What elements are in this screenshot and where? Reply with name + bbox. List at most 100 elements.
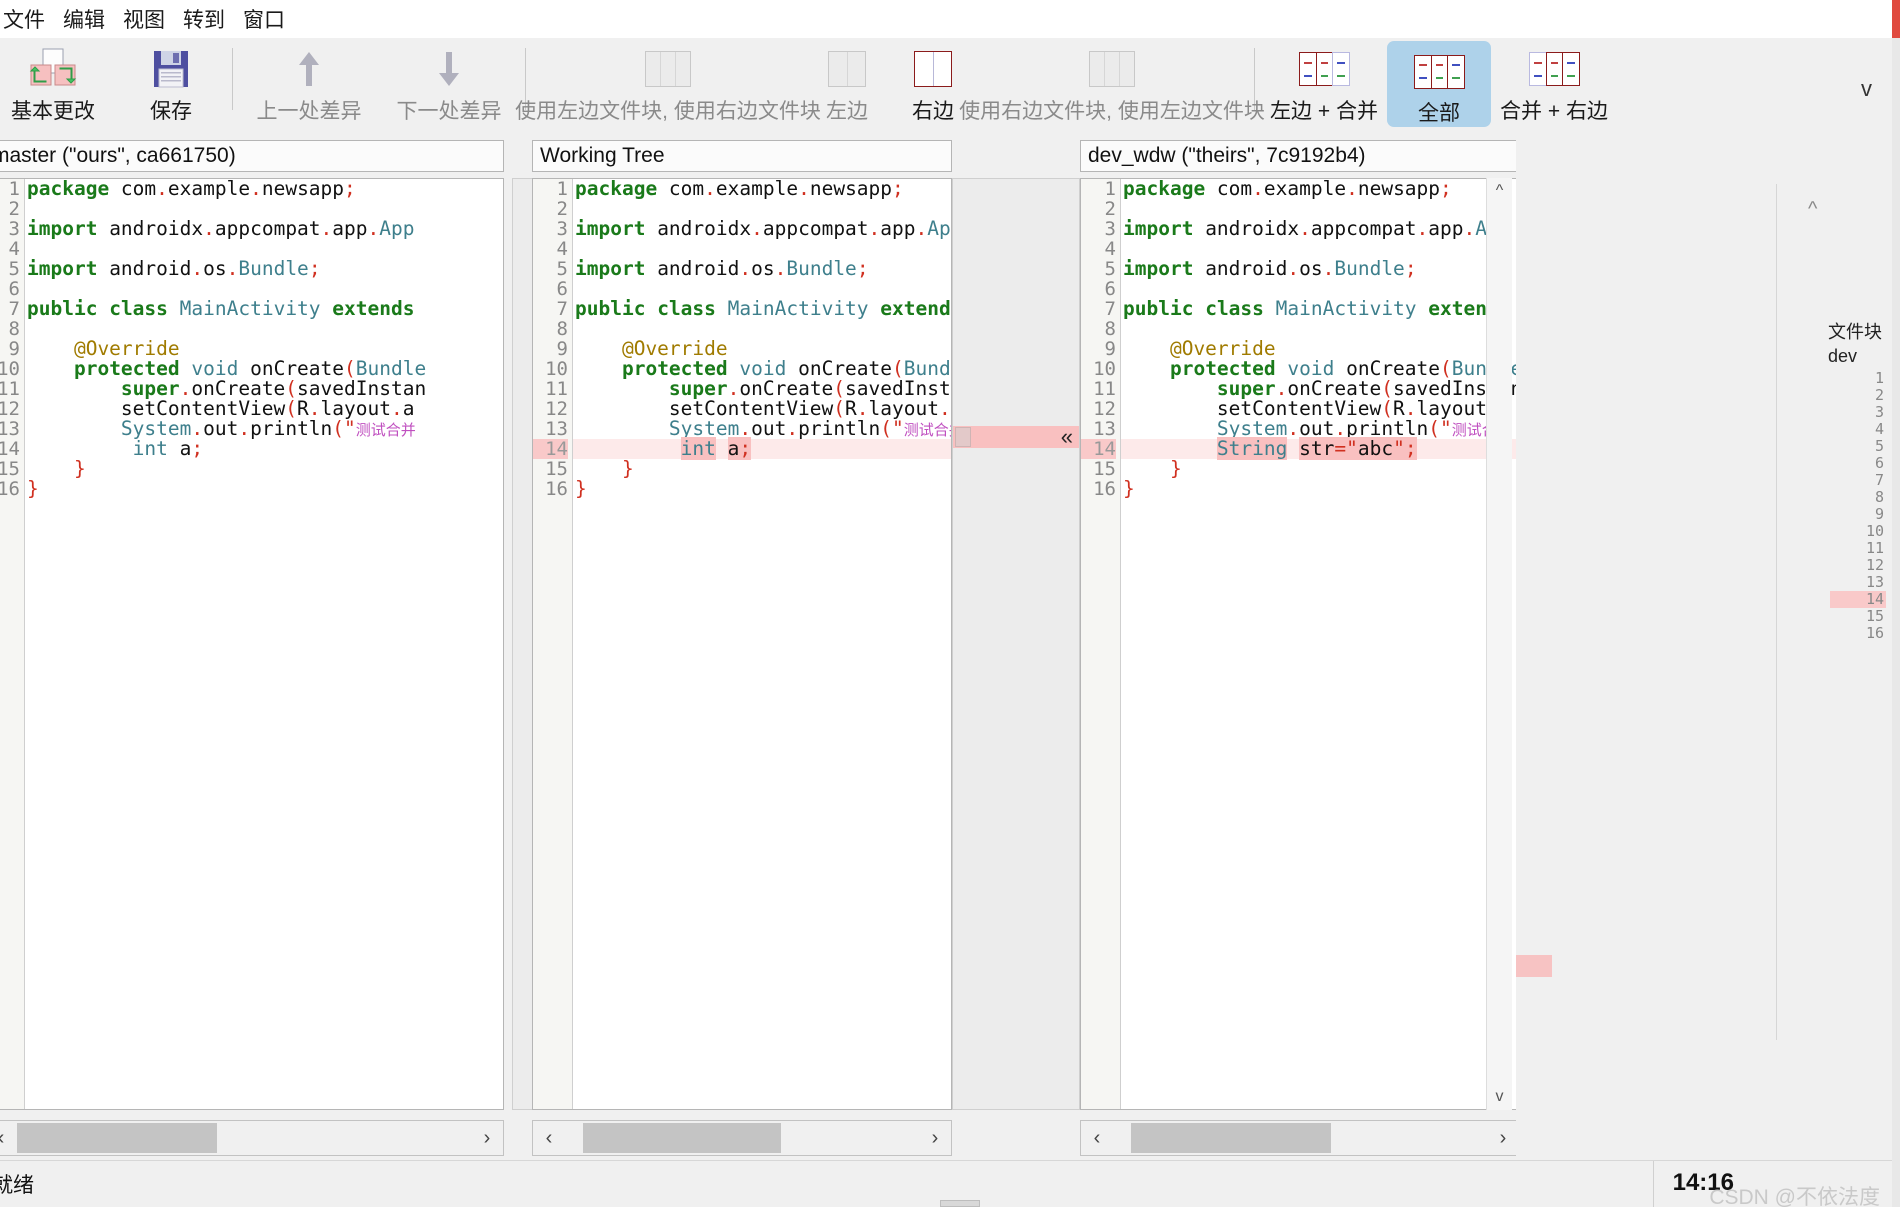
code-line[interactable] (25, 319, 503, 339)
pane-right-code[interactable]: package com.example.newsapp; import andr… (1121, 179, 1519, 1109)
overview-line[interactable]: 8 (1830, 489, 1886, 506)
toolbar-button-save[interactable]: 保存 (116, 38, 226, 130)
pane-left-code[interactable]: package com.example.newsapp; import andr… (25, 179, 503, 1109)
code-line[interactable]: import androidx.appcompat.app.App (25, 219, 503, 239)
code-line[interactable] (573, 199, 951, 219)
code-line[interactable]: } (573, 479, 951, 499)
code-line[interactable]: } (1121, 479, 1519, 499)
overview-minimap[interactable]: 1 2 3 4 5 6 7 8 9 10 11 12 13 14 15 16 (1830, 370, 1886, 642)
code-line[interactable]: protected void onCreate(Bundle (1121, 359, 1519, 379)
pane-right-body[interactable]: 1 2 3 4 5 6 7 8 9 10 11 12 13 14 15 16 package com.exam… (1080, 178, 1520, 1110)
connector-middle-right[interactable]: « (952, 178, 1080, 1110)
overview-caret-up-icon[interactable]: ^ (1808, 198, 1817, 221)
overview-line[interactable]: 4 (1830, 421, 1886, 438)
pane-middle-hscroll-track[interactable] (565, 1123, 919, 1153)
overview-line[interactable]: 1 (1830, 370, 1886, 387)
overview-line[interactable]: 7 (1830, 472, 1886, 489)
code-line[interactable]: } (573, 459, 951, 479)
code-line[interactable]: import androidx.appcompat.app.App (1121, 219, 1519, 239)
code-line[interactable]: import androidx.appcompat.app.App (573, 219, 951, 239)
overview-line[interactable]: 14 (1830, 591, 1886, 608)
code-line[interactable]: } (25, 459, 503, 479)
code-line[interactable] (1121, 319, 1519, 339)
pane-right-hscrollbar[interactable]: ‹ › (1080, 1120, 1520, 1156)
overview-line[interactable]: 9 (1830, 506, 1886, 523)
pane-right-hscroll-track[interactable] (1113, 1123, 1487, 1153)
pane-left-hscroll-track[interactable] (17, 1123, 471, 1153)
toolbar-button-layout-left-merge[interactable]: 左边 + 合并 (1261, 38, 1387, 130)
code-line[interactable]: @Override (25, 339, 503, 359)
code-line[interactable] (573, 239, 951, 259)
scroll-left-arrow-icon[interactable]: ‹ (1081, 1127, 1113, 1150)
code-line[interactable]: System.out.println("测试合并 (573, 419, 951, 440)
menu-item-file[interactable]: 文件 (0, 2, 54, 36)
toolbar-button-next-difference[interactable]: 下一处差异 (379, 38, 519, 130)
pane-middle-code[interactable]: package com.example.newsapp; import andr… (573, 179, 951, 1109)
scroll-left-arrow-icon[interactable]: ‹ (533, 1127, 565, 1150)
code-line[interactable]: protected void onCreate(Bundle (573, 359, 951, 379)
scroll-up-arrow-icon[interactable]: ^ (1487, 178, 1512, 200)
code-line[interactable]: public class MainActivity extends (573, 299, 951, 319)
toolbar-button-use-left-then-right-block[interactable]: 使用左边文件块, 使用右边文件块 (515, 38, 821, 130)
menu-item-edit[interactable]: 编辑 (54, 2, 114, 36)
code-line[interactable]: public class MainActivity extends (25, 299, 503, 319)
pane-right-vscrollbar[interactable]: ^ v (1486, 178, 1512, 1110)
code-line[interactable]: package com.example.newsapp; (1121, 179, 1519, 199)
code-line[interactable]: public class MainActivity extends (1121, 299, 1519, 319)
pane-left-body[interactable]: 12345678910111213141516 package com.exam… (0, 178, 504, 1110)
code-line[interactable]: int a; (573, 437, 951, 460)
overview-line[interactable]: 13 (1830, 574, 1886, 591)
scroll-left-arrow-icon[interactable]: ‹ (0, 1127, 17, 1150)
toolbar-button-use-right-then-left-block[interactable]: 使用右边文件块, 使用左边文件块 (959, 38, 1265, 130)
code-line[interactable]: } (25, 479, 503, 499)
code-line[interactable] (1121, 279, 1519, 299)
toolbar-button-left[interactable]: 左边 (804, 38, 890, 130)
code-line[interactable]: } (1121, 459, 1519, 479)
overview-line[interactable]: 11 (1830, 540, 1886, 557)
menu-item-window[interactable]: 窗口 (234, 2, 294, 36)
code-line[interactable]: @Override (1121, 339, 1519, 359)
code-line[interactable] (573, 319, 951, 339)
pane-left-hscroll-thumb[interactable] (17, 1123, 217, 1153)
take-right-chevron-icon[interactable]: « (1061, 424, 1073, 450)
code-line[interactable]: setContentView(R.layout.a (1121, 399, 1519, 419)
pane-middle-body[interactable]: 1 2 3 4 5 6 7 8 9 10 11 12 13 14 15 16 package com.exam… (532, 178, 952, 1110)
merge-band-handle[interactable] (955, 427, 971, 447)
code-line[interactable]: String str="abc"; (1121, 437, 1519, 460)
code-line[interactable]: import android.os.Bundle; (25, 259, 503, 279)
code-line[interactable] (25, 239, 503, 259)
code-line[interactable]: setContentView(R.layout.a (25, 399, 503, 419)
overview-line[interactable]: 10 (1830, 523, 1886, 540)
overview-line[interactable]: 6 (1830, 455, 1886, 472)
overview-line[interactable]: 16 (1830, 625, 1886, 642)
code-line[interactable]: int a; (25, 439, 503, 459)
pane-left-hscrollbar[interactable]: ‹ › (0, 1120, 504, 1156)
code-line[interactable]: package com.example.newsapp; (25, 179, 503, 199)
merge-conflict-band[interactable]: « (953, 424, 1079, 450)
menu-item-view[interactable]: 视图 (114, 2, 174, 36)
scroll-right-arrow-icon[interactable]: › (1487, 1127, 1519, 1150)
code-line[interactable] (25, 279, 503, 299)
code-line[interactable]: super.onCreate(savedInstan (573, 379, 951, 399)
overview-line[interactable]: 3 (1830, 404, 1886, 421)
code-line[interactable]: @Override (573, 339, 951, 359)
code-line[interactable]: super.onCreate(savedInstan (25, 379, 503, 399)
window-close-strip[interactable] (1892, 0, 1900, 38)
pane-right-hscroll-thumb[interactable] (1131, 1123, 1331, 1153)
overview-line[interactable]: 12 (1830, 557, 1886, 574)
code-line[interactable]: System.out.println("测试合并 (25, 419, 503, 440)
code-line[interactable] (573, 279, 951, 299)
scroll-down-arrow-icon[interactable]: v (1487, 1084, 1512, 1106)
code-line[interactable]: import android.os.Bundle; (573, 259, 951, 279)
toolbar-button-layout-merge-right[interactable]: 合并 + 右边 (1491, 38, 1617, 130)
code-line[interactable]: protected void onCreate(Bundle (25, 359, 503, 379)
toolbar-button-layout-all[interactable]: 全部 (1387, 41, 1491, 127)
scroll-right-arrow-icon[interactable]: › (471, 1127, 503, 1150)
toolbar-button-previous-difference[interactable]: 上一处差异 (239, 38, 379, 130)
toolbar-button-base-changes[interactable]: 基本更改 (0, 38, 116, 130)
toolbar-overflow-chevron-down-icon[interactable]: v (1861, 38, 1892, 102)
pane-middle-hscroll-thumb[interactable] (583, 1123, 781, 1153)
pane-middle-hscrollbar[interactable]: ‹ › (532, 1120, 952, 1156)
menu-item-goto[interactable]: 转到 (174, 2, 234, 36)
code-line[interactable]: super.onCreate(savedInstan (1121, 379, 1519, 399)
